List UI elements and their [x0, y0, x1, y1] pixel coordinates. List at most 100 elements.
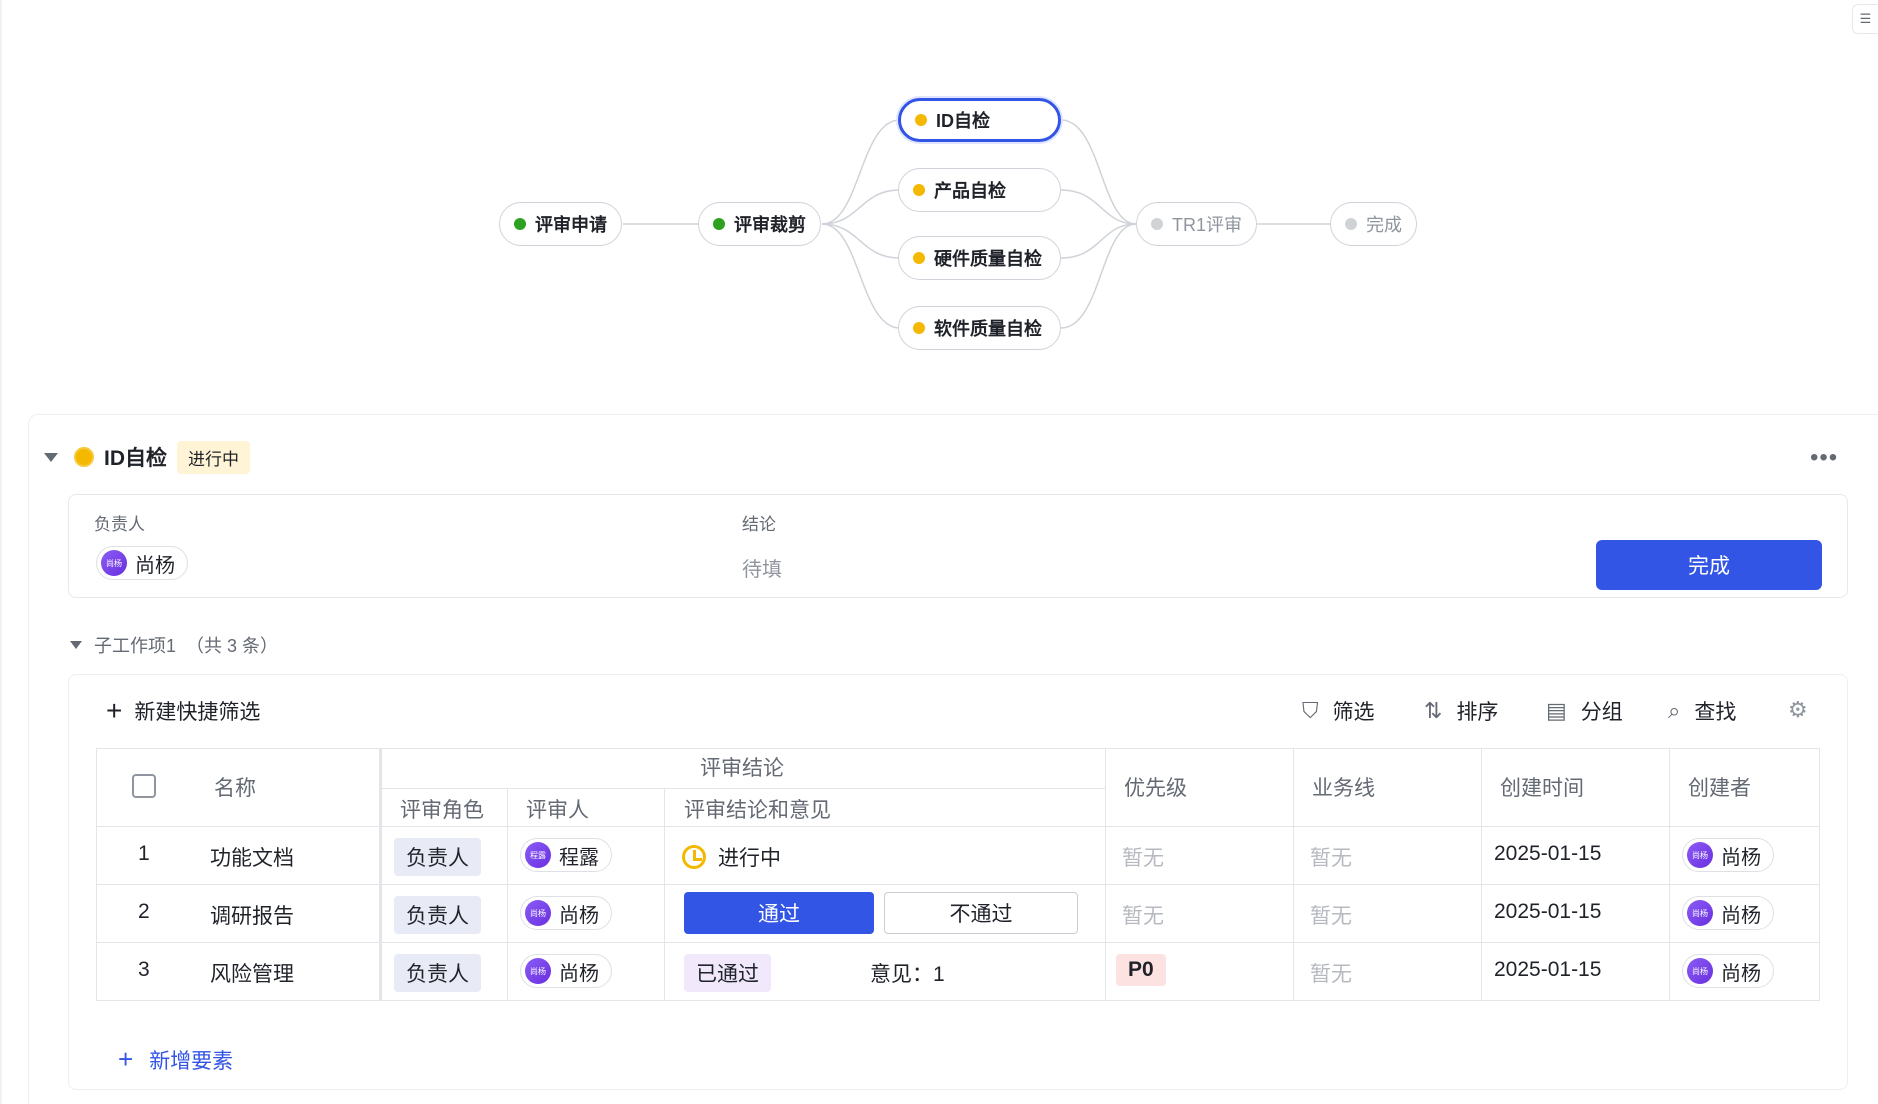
more-options-icon[interactable]: •••	[1810, 446, 1838, 470]
complete-button[interactable]: 完成	[1596, 540, 1822, 590]
header-name[interactable]: 名称	[214, 772, 256, 802]
flow-node-label: 评审裁剪	[734, 215, 806, 235]
plus-icon: +	[106, 695, 123, 726]
header-created[interactable]: 创建时间	[1500, 772, 1584, 802]
creator-chip[interactable]: 尚杨 尚杨	[1682, 838, 1774, 872]
role-tag[interactable]: 负责人	[394, 838, 481, 876]
avatar: 尚杨	[101, 550, 127, 576]
business-cell[interactable]: 暂无	[1310, 900, 1352, 930]
avatar: 尚杨	[1687, 842, 1713, 868]
creator-name: 尚杨	[1721, 962, 1761, 985]
group-icon: ▤	[1546, 698, 1567, 723]
add-element-button[interactable]: + 新增要素	[118, 1044, 233, 1075]
header-review-group: 评审结论	[700, 757, 784, 780]
header-creator[interactable]: 创建者	[1688, 772, 1751, 802]
header-conclusion[interactable]: 评审结论和意见	[684, 794, 831, 824]
new-quick-filter-button[interactable]: + 新建快捷筛选	[106, 696, 260, 726]
conclusion-label: 结论	[742, 515, 776, 534]
fail-button[interactable]: 不通过	[884, 892, 1078, 934]
flow-node-id-check[interactable]: ID自检	[898, 98, 1061, 142]
row-name[interactable]: 调研报告	[210, 900, 294, 930]
creator-chip[interactable]: 尚杨 尚杨	[1682, 954, 1774, 988]
reviewer-chip[interactable]: 程露 程露	[520, 838, 612, 872]
stage-header: ID自检 进行中	[44, 440, 250, 474]
flow-node-done[interactable]: 完成	[1330, 202, 1417, 246]
row-name[interactable]: 风险管理	[210, 958, 294, 988]
avatar: 尚杨	[1687, 958, 1713, 984]
new-quick-filter-label: 新建快捷筛选	[134, 701, 261, 724]
status-dot	[913, 322, 925, 334]
role-tag[interactable]: 负责人	[394, 896, 481, 934]
avatar: 尚杨	[1687, 900, 1713, 926]
avatar: 尚杨	[525, 958, 551, 984]
pass-button[interactable]: 通过	[684, 892, 874, 934]
business-cell[interactable]: 暂无	[1310, 958, 1352, 988]
reviewer-name: 尚杨	[559, 962, 599, 985]
flow-node-hardware-check[interactable]: 硬件质量自检	[898, 236, 1061, 280]
creator-name: 尚杨	[1721, 846, 1761, 869]
flow-node-review-apply[interactable]: 评审申请	[499, 202, 622, 246]
creator-name: 尚杨	[1721, 904, 1761, 927]
created-cell: 2025-01-15	[1494, 958, 1602, 981]
flow-node-software-check[interactable]: 软件质量自检	[898, 306, 1061, 350]
priority-cell[interactable]: 暂无	[1122, 842, 1164, 872]
subitems-count: （共 3 条）	[186, 636, 279, 656]
header-reviewer[interactable]: 评审人	[526, 794, 589, 824]
in-progress-icon	[682, 845, 706, 869]
collapse-caret-icon[interactable]	[44, 452, 58, 462]
filter-label: 筛选	[1332, 701, 1375, 724]
select-all-checkbox[interactable]	[132, 774, 156, 798]
priority-cell[interactable]: 暂无	[1122, 900, 1164, 930]
filter-button[interactable]: ⛉ 筛选	[1302, 696, 1375, 726]
reviewer-chip[interactable]: 尚杨 尚杨	[520, 896, 612, 930]
flow-node-label: TR1评审	[1172, 215, 1243, 235]
collapse-caret-icon[interactable]	[70, 641, 82, 649]
search-icon: ⌕	[1668, 698, 1681, 723]
row-name[interactable]: 功能文档	[210, 842, 294, 872]
priority-badge[interactable]: P0	[1116, 954, 1166, 986]
row-index: 3	[138, 958, 150, 981]
creator-chip[interactable]: 尚杨 尚杨	[1682, 896, 1774, 930]
flow-node-label: ID自检	[936, 111, 990, 131]
group-button[interactable]: ▤ 分组	[1546, 696, 1623, 726]
plus-icon: +	[118, 1044, 134, 1074]
header-priority[interactable]: 优先级	[1124, 772, 1187, 802]
passed-badge[interactable]: 已通过	[684, 954, 771, 992]
stage-status-badge: 进行中	[177, 440, 250, 474]
avatar: 尚杨	[525, 900, 551, 926]
role-tag[interactable]: 负责人	[394, 954, 481, 992]
search-label: 查找	[1694, 701, 1737, 724]
reviewer-chip[interactable]: 尚杨 尚杨	[520, 954, 612, 988]
status-dot	[1151, 218, 1163, 230]
status-dot	[713, 218, 725, 230]
stage-title: ID自检	[104, 447, 167, 470]
filter-icon: ⛉	[1302, 698, 1319, 723]
search-button[interactable]: ⌕ 查找	[1668, 696, 1736, 726]
status-dot	[913, 184, 925, 196]
group-label: 分组	[1580, 701, 1623, 724]
owner-label: 负责人	[94, 515, 145, 534]
conclusion-cell[interactable]: 进行中	[682, 842, 781, 872]
flow-node-product-check[interactable]: 产品自检	[898, 168, 1061, 212]
sort-button[interactable]: ⇅ 排序	[1424, 696, 1498, 726]
flow-node-label: 软件质量自检	[934, 319, 1042, 339]
status-dot	[913, 252, 925, 264]
conclusion-text: 进行中	[718, 847, 781, 870]
opinion-text[interactable]: 意见：1	[870, 958, 945, 988]
flow-node-label: 评审申请	[535, 215, 607, 235]
gear-icon[interactable]: ⚙	[1788, 697, 1808, 723]
conclusion-value[interactable]: 待填	[742, 553, 782, 582]
owner-user-chip[interactable]: 尚杨 尚杨	[96, 546, 188, 580]
flow-node-review-trim[interactable]: 评审裁剪	[698, 202, 821, 246]
flow-node-tr1-review[interactable]: TR1评审	[1136, 202, 1258, 246]
header-business[interactable]: 业务线	[1312, 772, 1375, 802]
flow-node-label: 产品自检	[934, 181, 1006, 201]
header-role[interactable]: 评审角色	[400, 794, 484, 824]
reviewer-name: 程露	[559, 846, 599, 869]
reviewer-name: 尚杨	[559, 904, 599, 927]
business-cell[interactable]: 暂无	[1310, 842, 1352, 872]
flow-node-label: 硬件质量自检	[934, 249, 1042, 269]
row-index: 1	[138, 842, 150, 865]
subitems-header[interactable]: 子工作项1 （共 3 条）	[70, 632, 278, 658]
owner-name: 尚杨	[135, 554, 175, 577]
